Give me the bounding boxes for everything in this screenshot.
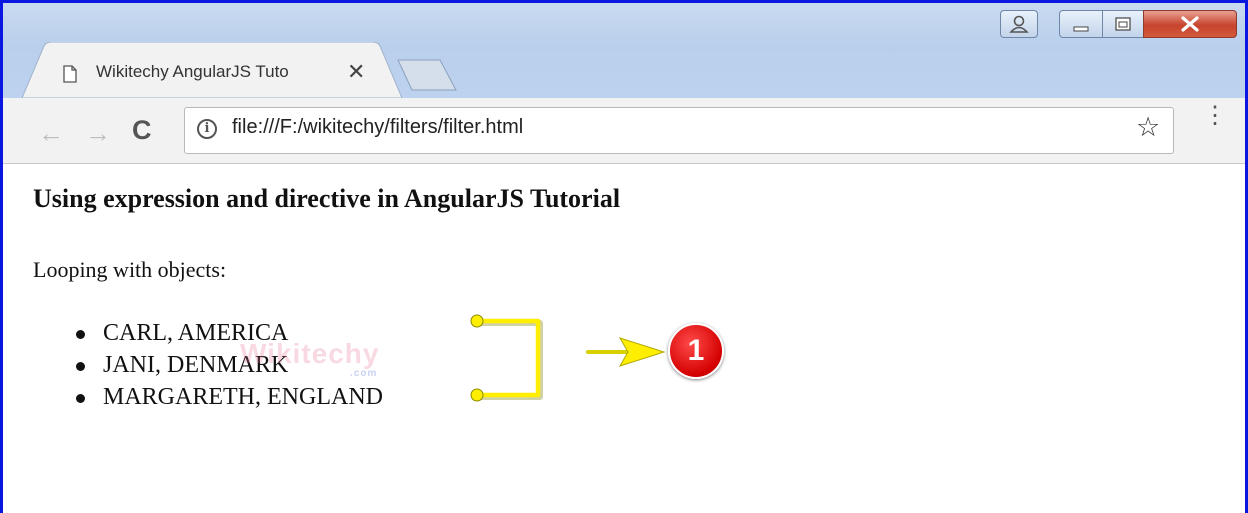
annotation-badge: 1 — [668, 323, 724, 379]
annotation-bracket — [470, 314, 666, 402]
annotation-arrow — [586, 337, 666, 367]
